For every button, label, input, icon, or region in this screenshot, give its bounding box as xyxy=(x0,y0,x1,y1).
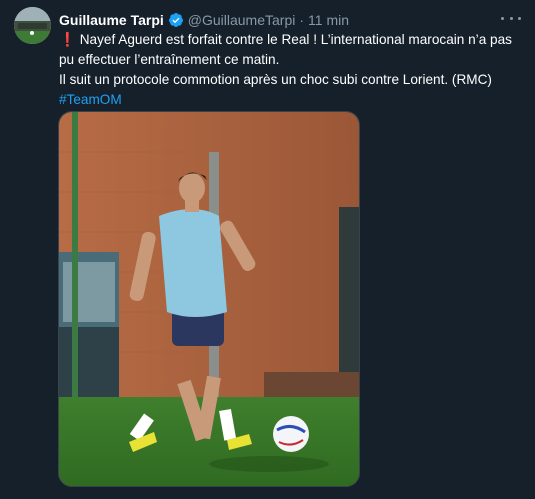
tweet-line-1-text: Nayef Aguerd est forfait contre le Real … xyxy=(59,32,512,67)
tweet-card[interactable]: Guillaume Tarpi @GuillaumeTarpi · 11 min… xyxy=(0,0,535,499)
tweet-line-1: ❗ Nayef Aguerd est forfait contre le Rea… xyxy=(59,30,525,70)
tweet-text: ❗ Nayef Aguerd est forfait contre le Rea… xyxy=(59,30,525,110)
tweet-line-2: Il suit un protocole commotion après un … xyxy=(59,72,492,87)
exclamation-icon: ❗ xyxy=(59,32,76,47)
separator-dot: · xyxy=(299,12,305,28)
author-handle[interactable]: @GuillaumeTarpi xyxy=(188,12,296,28)
verified-badge-icon xyxy=(168,12,184,28)
photo-footballer-training xyxy=(59,112,359,486)
more-options-icon[interactable] xyxy=(501,10,521,26)
tweet-timestamp[interactable]: 11 min xyxy=(308,12,349,28)
tweet-header: Guillaume Tarpi @GuillaumeTarpi · 11 min xyxy=(59,10,525,30)
author-avatar[interactable] xyxy=(14,7,51,44)
hashtag-link[interactable]: #TeamOM xyxy=(59,92,122,107)
tweet-media-photo[interactable] xyxy=(58,111,360,487)
author-name[interactable]: Guillaume Tarpi xyxy=(59,12,164,28)
